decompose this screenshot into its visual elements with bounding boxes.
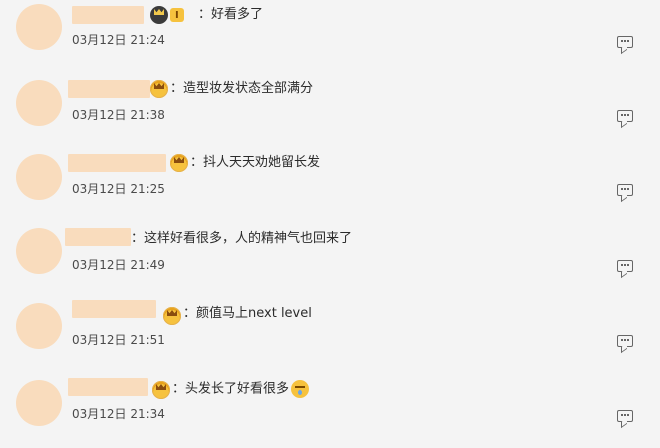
comment-text: ：颜值马上next level: [183, 306, 312, 321]
comment-reply-icon[interactable]: [617, 260, 633, 272]
avatar[interactable]: [16, 154, 62, 200]
comment-text: ：抖人天天劝她留长发: [190, 155, 321, 170]
username-redacted[interactable]: [72, 300, 156, 318]
comment-item: ：抖人天天劝她留长发 03月12日 21:25: [0, 152, 660, 224]
crown-icon: [152, 381, 170, 399]
comment-reply-icon[interactable]: [617, 110, 633, 122]
user-badge[interactable]: [163, 307, 181, 325]
comment-time: 03月12日 21:34: [72, 407, 165, 421]
comment-reply-icon[interactable]: [617, 335, 633, 347]
avatar[interactable]: [16, 303, 62, 349]
comment-text: ：造型妆发状态全部满分: [170, 81, 314, 96]
user-badge[interactable]: [152, 381, 170, 399]
username-redacted[interactable]: [72, 6, 144, 24]
comment-reply-icon[interactable]: [617, 410, 633, 422]
user-badge[interactable]: [170, 154, 188, 172]
comment-reply-icon[interactable]: [617, 36, 633, 48]
comment-time: 03月12日 21:38: [72, 108, 165, 122]
comment-text: ：头发长了好看很多: [172, 380, 310, 398]
crown-icon: [150, 80, 168, 98]
emoji-icon: [291, 380, 310, 398]
level-tag: I: [170, 8, 184, 22]
crown-icon: [150, 6, 168, 24]
comment-item: ：颜值马上next level 03月12日 21:51: [0, 300, 660, 372]
comment-text: ：好看多了: [198, 7, 264, 22]
username-redacted[interactable]: [68, 80, 150, 98]
comment-reply-icon[interactable]: [617, 184, 633, 196]
username-redacted[interactable]: [68, 154, 166, 172]
comment-time: 03月12日 21:24: [72, 33, 165, 47]
avatar[interactable]: [16, 80, 62, 126]
username-redacted[interactable]: [68, 378, 148, 396]
comment-time: 03月12日 21:51: [72, 333, 165, 347]
comment-time: 03月12日 21:49: [72, 258, 165, 272]
comment-item: ：这样好看很多，人的精神气也回来了 03月12日 21:49: [0, 226, 660, 298]
avatar[interactable]: [16, 380, 62, 426]
username-redacted[interactable]: [65, 228, 131, 246]
comment-time: 03月12日 21:25: [72, 182, 165, 196]
comment-item: ：头发长了好看很多 03月12日 21:34: [0, 376, 660, 448]
comment-item: ：造型妆发状态全部满分 03月12日 21:38: [0, 78, 660, 150]
comment-text: ：这样好看很多，人的精神气也回来了: [131, 231, 353, 246]
avatar[interactable]: [16, 228, 62, 274]
avatar[interactable]: [16, 4, 62, 50]
crown-icon: [170, 154, 188, 172]
comment-item: I ：好看多了 03月12日 21:24: [0, 3, 660, 75]
crown-icon: [163, 307, 181, 325]
user-badge[interactable]: I: [150, 6, 184, 24]
user-badge[interactable]: [150, 80, 168, 98]
